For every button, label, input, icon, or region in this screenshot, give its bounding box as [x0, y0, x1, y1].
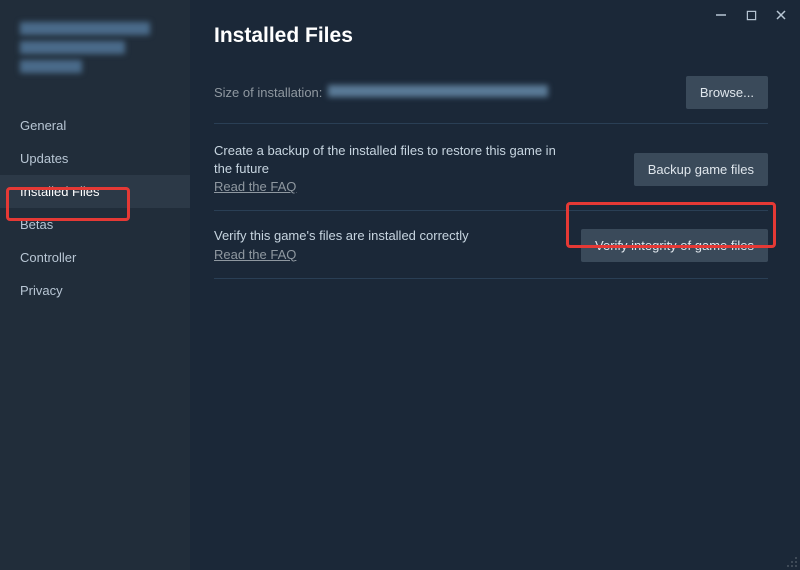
close-button[interactable]	[774, 8, 788, 22]
verify-faq-link[interactable]: Read the FAQ	[214, 247, 296, 262]
backup-section: Create a backup of the installed files t…	[214, 138, 768, 211]
sidebar: General Updates Installed Files Betas Co…	[0, 0, 190, 570]
properties-window: General Updates Installed Files Betas Co…	[0, 0, 800, 570]
sidebar-nav: General Updates Installed Files Betas Co…	[0, 109, 190, 307]
verify-button[interactable]: Verify integrity of game files	[581, 229, 768, 262]
sidebar-item-privacy[interactable]: Privacy	[0, 274, 190, 307]
sidebar-item-controller[interactable]: Controller	[0, 241, 190, 274]
sidebar-item-general[interactable]: General	[0, 109, 190, 142]
page-title: Installed Files	[214, 24, 768, 48]
sidebar-item-betas[interactable]: Betas	[0, 208, 190, 241]
backup-desc: Create a backup of the installed files t…	[214, 142, 574, 177]
sidebar-item-installed-files[interactable]: Installed Files	[0, 175, 190, 208]
minimize-button[interactable]	[714, 8, 728, 22]
browse-button[interactable]: Browse...	[686, 76, 768, 109]
main-panel: Installed Files Size of installation: Br…	[190, 0, 800, 570]
verify-desc: Verify this game's files are installed c…	[214, 227, 469, 245]
resize-grip-icon[interactable]	[786, 556, 798, 568]
backup-button[interactable]: Backup game files	[634, 153, 768, 186]
verify-section: Verify this game's files are installed c…	[214, 223, 768, 279]
window-controls	[702, 0, 800, 30]
size-row: Size of installation: Browse...	[214, 76, 768, 123]
size-label: Size of installation:	[214, 85, 322, 100]
maximize-button[interactable]	[744, 8, 758, 22]
sidebar-item-updates[interactable]: Updates	[0, 142, 190, 175]
game-title	[0, 22, 190, 99]
backup-faq-link[interactable]: Read the FAQ	[214, 179, 296, 194]
size-value	[328, 85, 548, 97]
